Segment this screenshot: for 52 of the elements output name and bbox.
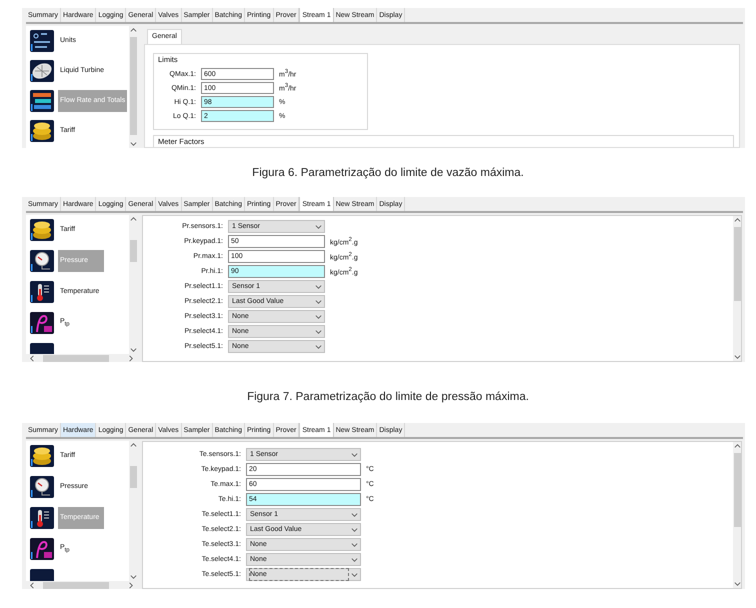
figure-caption: Figura 6. Parametrização do limite de vazão máxima. xyxy=(252,166,524,178)
chevron-icon[interactable] xyxy=(351,451,358,458)
coins-icon[interactable] xyxy=(30,445,54,467)
scroll-left-icon[interactable] xyxy=(29,354,36,362)
chevron-icon[interactable] xyxy=(351,556,358,563)
scroll-down-icon[interactable] xyxy=(130,346,136,353)
chevron-icon[interactable] xyxy=(315,313,322,320)
scroll-left-icon[interactable] xyxy=(29,582,36,588)
scrollbar-thumb[interactable] xyxy=(734,453,740,527)
scrollbar[interactable] xyxy=(129,441,137,581)
symbols-icon[interactable] xyxy=(30,30,54,52)
scrollbar-thumb[interactable] xyxy=(734,227,740,301)
coins-icon[interactable] xyxy=(30,120,54,142)
scrollbar[interactable] xyxy=(129,215,137,354)
gauge-icon[interactable] xyxy=(30,250,54,272)
curve-icon[interactable] xyxy=(30,538,54,560)
chevron-icon[interactable] xyxy=(351,526,358,533)
scrollbar[interactable] xyxy=(733,442,741,588)
chevron-icon[interactable] xyxy=(351,541,358,548)
chevron-icon[interactable] xyxy=(351,511,358,518)
scroll-up-icon[interactable] xyxy=(734,217,740,224)
scroll-up-icon[interactable] xyxy=(734,443,740,450)
chevron-icon[interactable] xyxy=(315,298,322,305)
chevron-icon[interactable] xyxy=(315,343,322,350)
chevron-icon[interactable] xyxy=(351,571,358,578)
scroll-up-icon[interactable] xyxy=(130,216,136,223)
fan-icon[interactable] xyxy=(30,60,54,82)
scroll-down-icon[interactable] xyxy=(130,140,136,147)
scrollbar[interactable] xyxy=(733,216,741,361)
chevron-icon[interactable] xyxy=(315,223,322,230)
scrollbar-thumb[interactable] xyxy=(130,240,136,262)
scroll-right-icon[interactable] xyxy=(127,354,134,362)
scroll-down-icon[interactable] xyxy=(734,353,740,360)
scroll-up-icon[interactable] xyxy=(130,27,136,34)
scrollbar-thumb[interactable] xyxy=(43,354,109,362)
scroll-down-icon[interactable] xyxy=(734,580,740,587)
figure-caption: Figura 7. Parametrização do limite de pressão máxima. xyxy=(247,390,529,402)
scrollbar-thumb[interactable] xyxy=(43,582,109,588)
coins-icon[interactable] xyxy=(30,219,54,241)
thermometer-icon[interactable] xyxy=(30,507,54,529)
scroll-down-icon[interactable] xyxy=(130,573,136,580)
scrollbar-thumb[interactable] xyxy=(130,466,136,488)
thermometer-icon[interactable] xyxy=(30,281,54,303)
scrollbar[interactable] xyxy=(129,26,137,148)
bars-icon[interactable] xyxy=(30,90,54,112)
scrollbar-thumb[interactable] xyxy=(130,37,136,135)
scroll-right-icon[interactable] xyxy=(127,582,134,588)
gauge-icon[interactable] xyxy=(30,476,54,498)
scroll-up-icon[interactable] xyxy=(130,442,136,449)
chevron-icon[interactable] xyxy=(315,328,322,335)
curve-icon[interactable] xyxy=(30,312,54,334)
chevron-icon[interactable] xyxy=(315,283,322,290)
